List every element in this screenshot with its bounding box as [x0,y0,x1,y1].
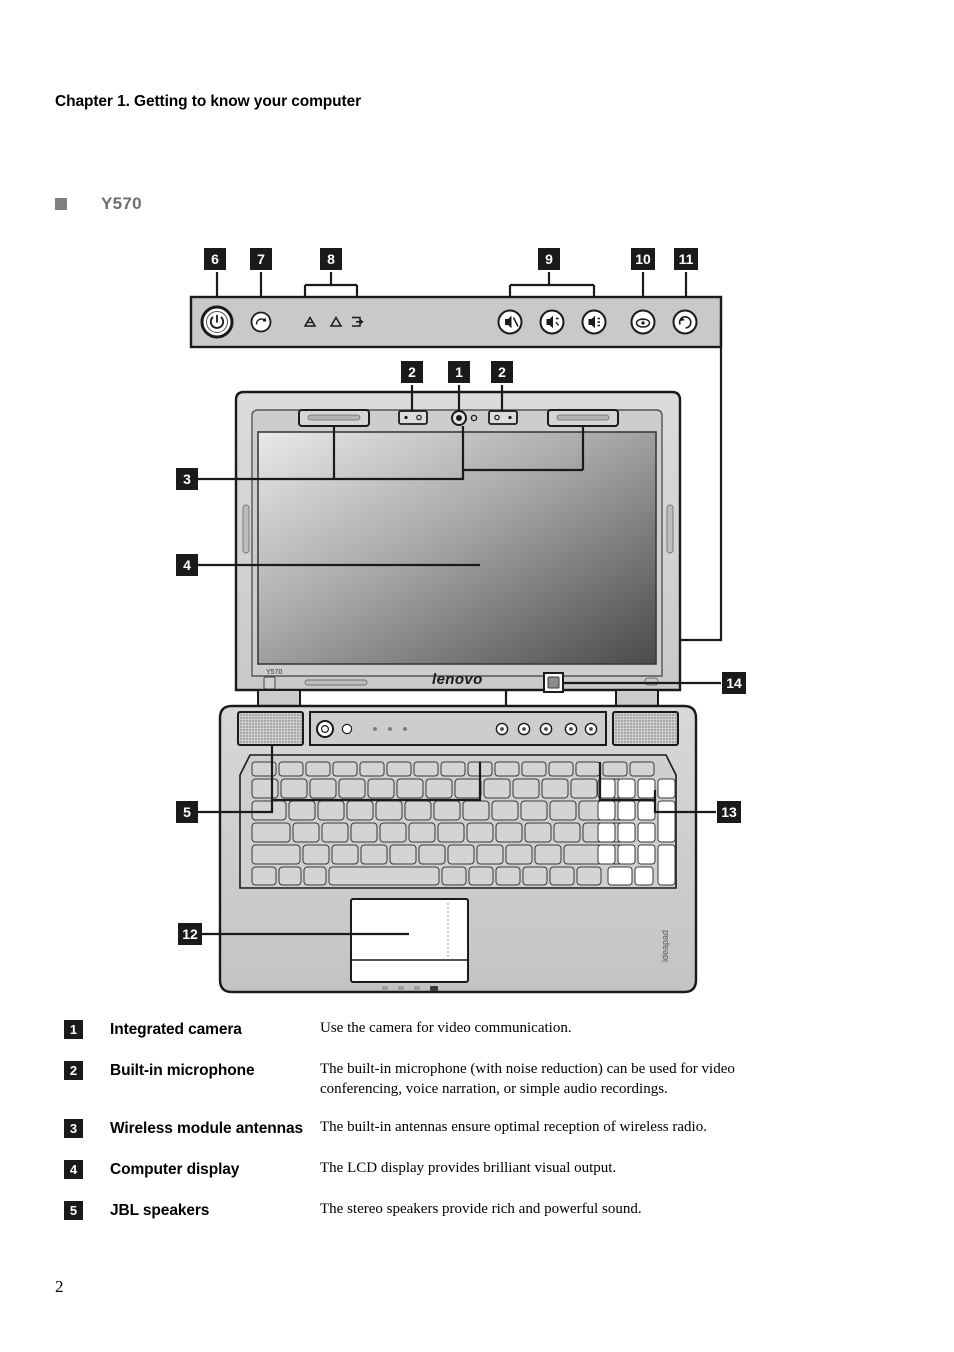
callout-badge-8: 8 [320,248,342,270]
thermal-management-icon [630,309,656,335]
onekey-recovery-icon [250,311,272,333]
recovery-icon [672,309,698,335]
volume-down-icon [539,309,565,335]
item-label: Integrated camera [110,1021,242,1038]
callout-leaders-top [215,272,688,297]
list-item: 2 Built-in microphone The built-in micro… [0,1059,954,1099]
item-number-badge: 5 [64,1201,83,1220]
item-label: JBL speakers [110,1202,210,1219]
item-number-badge: 4 [64,1160,83,1179]
ideapad-label: ideapad [660,930,670,962]
manual-page: Chapter 1. Getting to know your computer… [0,0,954,1352]
power-button-icon [200,305,234,339]
list-item: 1 Integrated camera Use the camera for v… [0,1018,954,1041]
callout-badge-6: 6 [204,248,226,270]
callout-badge-2-right: 2 [491,361,513,383]
callout-badge-13: 13 [717,801,741,823]
item-number-badge: 1 [64,1020,83,1039]
callout-badge-10: 10 [631,248,655,270]
item-label: Computer display [110,1161,240,1178]
callout-badge-12: 12 [178,923,202,945]
callout-badge-3: 3 [176,468,198,490]
control-strip-mini [309,711,607,746]
item-description: The LCD display provides brilliant visua… [320,1160,617,1176]
callout-badge-1: 1 [448,361,470,383]
lenovo-logo: lenovo [432,671,483,688]
novo-button [543,672,564,693]
feature-description-list: 1 Integrated camera Use the camera for v… [0,1018,954,1240]
touchpad [350,898,469,983]
item-label: Built-in microphone [110,1062,255,1079]
item-description: The stereo speakers provide rich and pow… [320,1201,642,1217]
item-number-badge: 2 [64,1061,83,1080]
model-tag: Y570 [266,669,282,676]
item-description: Use the camera for video communication. [320,1020,572,1036]
list-item: 5 JBL speakers The stereo speakers provi… [0,1199,954,1222]
list-item: 3 Wireless module antennas The built-in … [0,1117,954,1140]
callout-badge-9: 9 [538,248,560,270]
page-number: 2 [55,1277,64,1296]
laptop-diagram: Y570 lenovo ideapad 6 7 8 9 10 11 2 1 2 … [0,0,954,1005]
callout-badge-7: 7 [250,248,272,270]
callout-badge-2-left: 2 [401,361,423,383]
item-label: Wireless module antennas [110,1120,303,1137]
list-item: 4 Computer display The LCD display provi… [0,1158,954,1181]
volume-up-icon [581,309,607,335]
callout-badge-14: 14 [722,672,746,694]
laptop-base: ideapad [218,704,698,994]
callout-badge-4: 4 [176,554,198,576]
item-description: The built-in antennas ensure optimal rec… [320,1119,707,1135]
callout-badge-11: 11 [674,248,698,270]
item-number-badge: 3 [64,1119,83,1138]
callout-badge-5: 5 [176,801,198,823]
mute-icon [497,309,523,335]
laptop-lid: Y570 lenovo [234,390,682,693]
item-description: The built-in microphone (with noise redu… [320,1061,735,1097]
